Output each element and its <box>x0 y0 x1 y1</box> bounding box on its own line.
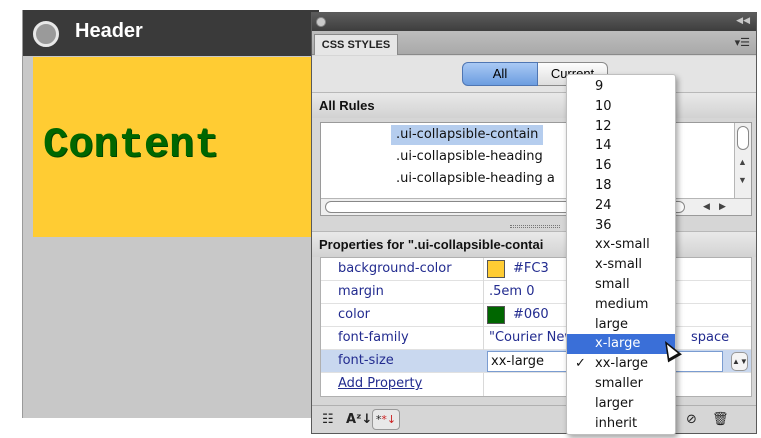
rule-item[interactable]: .ui-collapsible-contain <box>391 125 544 145</box>
color-swatch[interactable] <box>487 260 505 278</box>
property-row-selected[interactable]: font-size xx-large ▲▼ <box>321 350 751 373</box>
column-divider <box>483 304 484 327</box>
add-property-link[interactable]: Add Property <box>338 376 422 391</box>
preview-content-box: Content <box>33 57 319 237</box>
property-name: font-family <box>338 330 409 345</box>
dropdown-option[interactable]: x-small <box>567 255 675 275</box>
checkmark-icon: ✓ <box>575 356 586 372</box>
dropdown-option[interactable]: 24 <box>567 196 675 216</box>
dropdown-option[interactable]: larger <box>567 394 675 414</box>
dropdown-option[interactable]: 12 <box>567 117 675 137</box>
property-name: margin <box>338 284 384 299</box>
scroll-thumb[interactable] <box>737 126 749 150</box>
dropdown-option[interactable]: 36 <box>567 216 675 236</box>
rule-item[interactable]: .ui-collapsible-heading a <box>391 169 560 189</box>
scroll-down-arrow-icon[interactable]: ▼ <box>738 175 747 185</box>
preview-header-title: Header <box>75 20 143 42</box>
show-set-properties-icon[interactable]: **↓ <box>372 409 400 430</box>
trash-icon[interactable]: 🗑 <box>712 412 729 427</box>
dropdown-option[interactable]: 10 <box>567 97 675 117</box>
screen: { "preview": { "header_title": "Header",… <box>0 0 761 438</box>
tab-css-styles[interactable]: CSS STYLES <box>314 34 398 55</box>
property-value[interactable]: "Courier New <box>489 330 575 345</box>
properties-table: background-color #FC3 margin .5em 0 colo… <box>320 257 752 397</box>
stepper-icon[interactable]: ▲▼ <box>731 352 748 371</box>
az-sub-icon: ᶻ↓ <box>356 412 373 427</box>
scroll-up-arrow-icon[interactable]: ▲ <box>738 157 747 167</box>
mode-toggle-bar: All Current <box>312 56 756 92</box>
color-swatch[interactable] <box>487 306 505 324</box>
column-divider <box>483 258 484 281</box>
rule-item[interactable]: .ui-collapsible-heading <box>391 147 548 167</box>
rules-vertical-scrollbar[interactable]: ▲ ▼ <box>734 123 751 199</box>
az-label: A <box>346 412 357 427</box>
property-name: background-color <box>338 261 452 276</box>
property-value[interactable]: #FC3 <box>513 261 549 276</box>
dropdown-option[interactable]: 18 <box>567 176 675 196</box>
disable-icon[interactable]: ⊘ <box>686 412 697 427</box>
dropdown-option[interactable]: xx-small <box>567 235 675 255</box>
rules-list: .ui-collapsible-contain .ui-collapsible-… <box>320 122 752 216</box>
dropdown-option[interactable]: large <box>567 315 675 335</box>
properties-section-header[interactable]: Properties for ".ui-collapsible-contai <box>312 231 756 257</box>
panel-close-dot-icon[interactable] <box>316 17 326 27</box>
panel-tab-strip: CSS STYLES ▾☰ <box>312 31 756 55</box>
all-rules-title: All Rules <box>319 98 375 113</box>
dropdown-option[interactable]: smaller <box>567 374 675 394</box>
panel-options-menu-icon[interactable]: ▾☰ <box>735 36 750 49</box>
property-row[interactable]: background-color #FC3 <box>321 258 751 281</box>
property-row[interactable]: margin .5em 0 <box>321 281 751 304</box>
alphabetical-view-icon[interactable]: Aᶻ↓ <box>346 412 372 427</box>
rules-horizontal-scrollbar[interactable]: ◀ ▶ <box>321 198 751 215</box>
circle-icon <box>33 21 59 47</box>
property-name: color <box>338 307 371 322</box>
panel-bottom-toolbar: ☷ Aᶻ↓ **↓ ⊘ 🗑 <box>312 405 756 433</box>
properties-title: Properties for ".ui-collapsible-contai <box>319 237 544 252</box>
add-property-row: Add Property <box>321 373 751 396</box>
pane-splitter-handle[interactable] <box>510 225 560 228</box>
column-divider <box>483 327 484 350</box>
pointer-fill <box>662 341 678 359</box>
dropdown-option[interactable]: medium <box>567 295 675 315</box>
css-styles-panel: ◀◀ CSS STYLES ▾☰ All Current All Rules .… <box>311 12 757 434</box>
scroll-right-arrow-icon[interactable]: ▶ <box>719 201 726 212</box>
dropdown-option[interactable]: 9 <box>567 77 675 97</box>
property-row[interactable]: color #060 <box>321 304 751 327</box>
collapse-panel-icon[interactable]: ◀◀ <box>736 15 750 26</box>
dropdown-option[interactable]: 14 <box>567 136 675 156</box>
page-preview: Header Content <box>22 10 319 418</box>
mode-all-button[interactable]: All <box>462 62 538 86</box>
property-value[interactable]: #060 <box>513 307 549 322</box>
column-divider <box>483 373 484 396</box>
all-rules-section-header[interactable]: All Rules <box>312 92 756 118</box>
property-value[interactable]: .5em 0 <box>489 284 534 299</box>
scroll-left-arrow-icon[interactable]: ◀ <box>703 201 710 212</box>
panel-title-bar[interactable]: ◀◀ <box>312 13 756 31</box>
property-row[interactable]: font-family "Courier New space <box>321 327 751 350</box>
column-divider <box>483 281 484 304</box>
dropdown-option-label: xx-large <box>595 356 649 372</box>
property-name: font-size <box>338 353 394 368</box>
dropdown-option-checked[interactable]: ✓ xx-large <box>567 354 675 374</box>
dropdown-option[interactable]: inherit <box>567 414 675 434</box>
preview-content-text: Content <box>43 121 220 169</box>
category-view-icon[interactable]: ☷ <box>322 412 334 427</box>
font-size-dropdown: 9 10 12 14 16 18 24 36 xx-small x-small … <box>566 74 676 435</box>
property-value-tail: space <box>691 330 730 345</box>
dropdown-option[interactable]: 16 <box>567 156 675 176</box>
preview-header: Header <box>23 10 319 56</box>
dropdown-option[interactable]: small <box>567 275 675 295</box>
